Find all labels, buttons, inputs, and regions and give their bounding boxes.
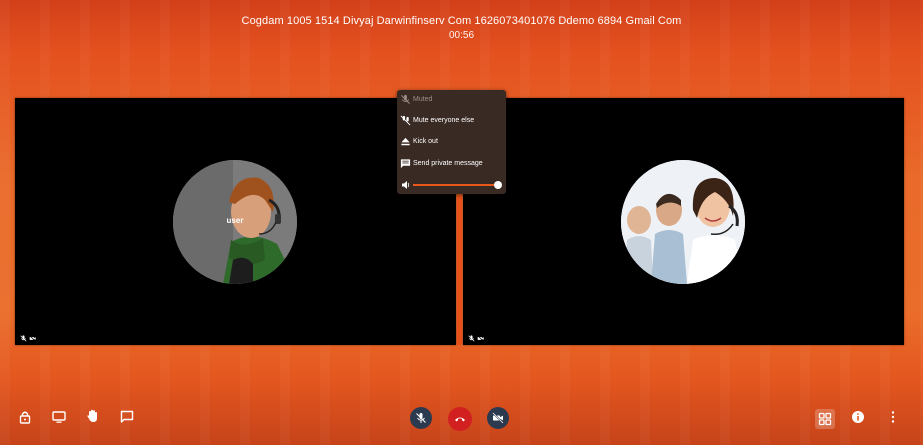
menu-item-muted: Muted: [400, 92, 432, 106]
menu-item-mute-everyone[interactable]: Mute everyone else: [400, 113, 474, 127]
raise-hand-icon: [87, 409, 97, 422]
video-off-icon: [492, 412, 504, 424]
participant-avatar: [621, 160, 745, 284]
participant-tile-local[interactable]: user: [15, 98, 456, 345]
menu-item-kick-out[interactable]: Kick out: [400, 134, 438, 148]
raise-hand-button[interactable]: [86, 409, 100, 423]
call-timer: 00:56: [448, 30, 475, 41]
volume-slider[interactable]: [401, 180, 503, 190]
tile-status-indicators: [20, 335, 36, 342]
tile-view-icon: [818, 412, 832, 426]
video-off-icon: [29, 335, 36, 342]
screen-share-button[interactable]: [52, 410, 66, 424]
eject-icon: [401, 137, 410, 145]
conference-title: Cogdam 1005 1514 Divyaj Darwinfinserv Co…: [241, 15, 682, 27]
security-button[interactable]: [18, 410, 32, 424]
tile-status-indicators: [468, 335, 484, 342]
chat-icon: [120, 410, 134, 423]
tile-view-button[interactable]: [815, 409, 835, 429]
mute-microphone-button[interactable]: [410, 407, 432, 429]
menu-connector: [457, 195, 462, 345]
menu-item-label: Send private message: [413, 159, 483, 167]
menu-item-label: Muted: [413, 95, 433, 103]
message-icon: [400, 158, 411, 168]
hangup-button[interactable]: [448, 407, 472, 431]
menu-item-private-message[interactable]: Send private message: [400, 156, 483, 170]
video-off-icon: [477, 335, 484, 342]
hangup-icon: [455, 417, 465, 422]
toggle-video-button[interactable]: [487, 407, 509, 429]
info-icon: [852, 411, 864, 423]
menu-item-label: Kick out: [413, 137, 438, 145]
participant-avatar: user: [173, 160, 297, 284]
mute-everyone-icon: [400, 115, 411, 125]
menu-item-label: Mute everyone else: [413, 116, 475, 124]
chat-button[interactable]: [120, 410, 134, 424]
more-options-button[interactable]: [886, 410, 900, 424]
mic-off-icon: [401, 94, 410, 104]
more-icon: [891, 411, 895, 423]
avatar-name-label: user: [226, 216, 244, 225]
lock-icon: [19, 411, 31, 424]
participant-context-menu: Muted Mute everyone else Kick out Send p…: [397, 90, 506, 194]
info-button[interactable]: [851, 410, 865, 424]
mic-off-icon: [468, 335, 475, 342]
participant-tile-remote[interactable]: [463, 98, 904, 345]
volume-icon: [402, 181, 410, 189]
volume-fill: [413, 184, 498, 186]
volume-thumb[interactable]: [494, 181, 502, 189]
mic-off-icon: [416, 413, 426, 423]
call-header: Cogdam 1005 1514 Divyaj Darwinfinserv Co…: [0, 15, 923, 41]
screen-share-icon: [52, 411, 66, 423]
mic-off-icon: [20, 335, 27, 342]
support-team-photo: [621, 160, 745, 284]
